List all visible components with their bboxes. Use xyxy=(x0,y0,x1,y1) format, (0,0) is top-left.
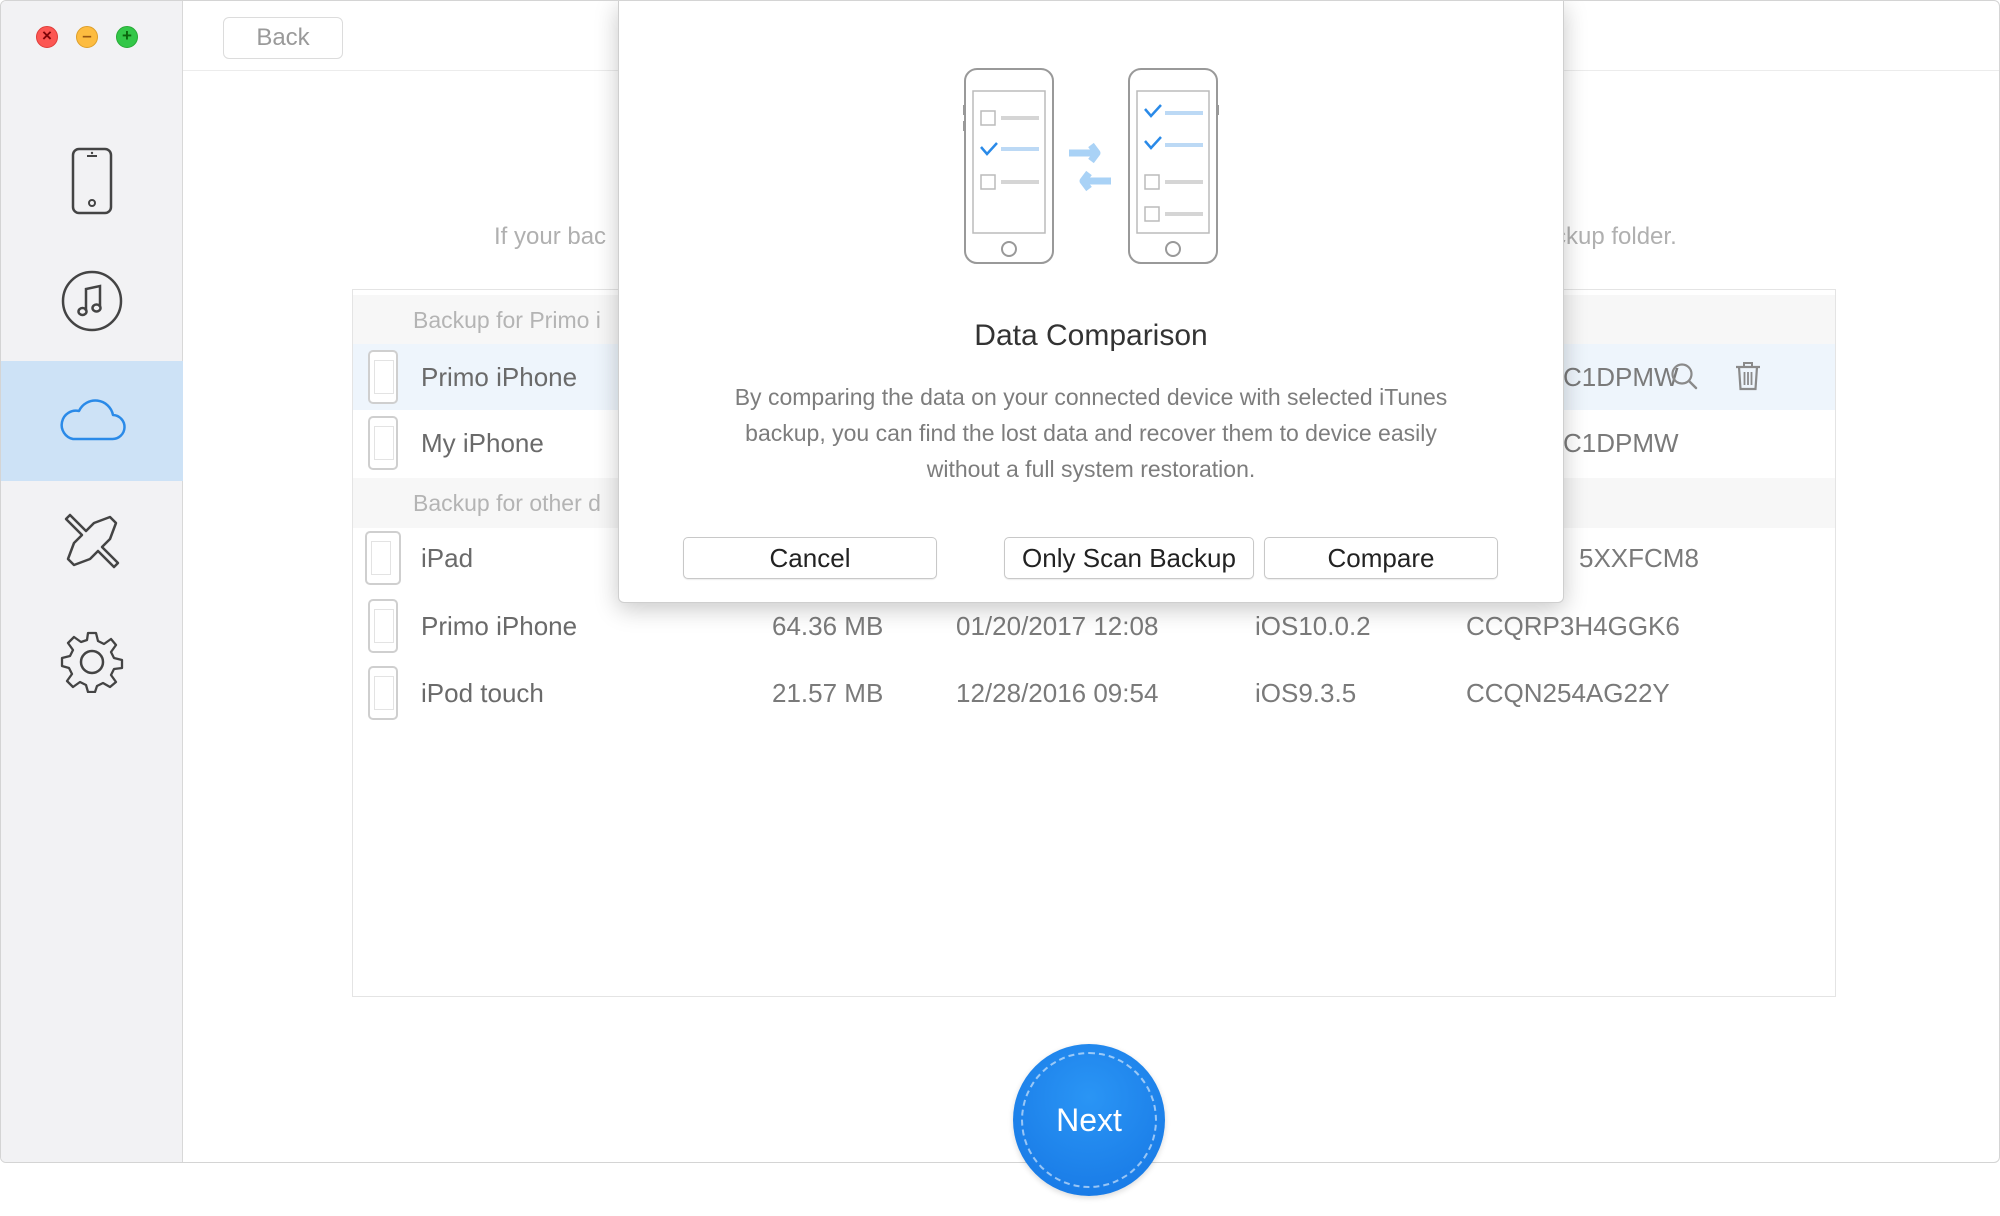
cancel-button[interactable]: Cancel xyxy=(683,537,937,579)
sidebar-item-settings[interactable] xyxy=(1,601,183,721)
only-scan-backup-button[interactable]: Only Scan Backup xyxy=(1004,537,1254,579)
backup-ios: iOS9.3.5 xyxy=(1255,678,1357,708)
hint-text-right: ckup folder. xyxy=(1554,223,1677,250)
data-comparison-dialog: Data Comparison By comparing the data on… xyxy=(618,1,1564,603)
backup-serial: 5XXFCM8 xyxy=(1579,543,1699,573)
minimize-window-button[interactable]: – xyxy=(76,26,98,48)
gear-icon xyxy=(60,631,124,693)
next-button-label: Next xyxy=(1056,1102,1122,1138)
next-button[interactable]: Next xyxy=(1013,1044,1165,1196)
backup-size: 21.57 MB xyxy=(772,678,884,708)
backup-name: Primo iPhone xyxy=(421,362,578,392)
dialog-title: Data Comparison xyxy=(974,319,1208,352)
backup-name: Primo iPhone xyxy=(421,611,578,641)
cloud-icon xyxy=(60,399,126,441)
iphone-icon xyxy=(368,350,398,404)
backup-name: My iPhone xyxy=(421,428,544,458)
ipad-icon xyxy=(365,531,401,585)
tools-icon xyxy=(64,513,120,569)
trash-icon[interactable] xyxy=(1734,361,1762,391)
sidebar: × – + xyxy=(1,1,183,1162)
phone-icon xyxy=(71,147,113,215)
sidebar-item-itunes[interactable] xyxy=(1,241,183,361)
phone-compare-icon xyxy=(963,68,1219,264)
backup-date: 12/28/2016 09:54 xyxy=(956,678,1159,708)
backup-serial: C1DPMW xyxy=(1563,428,1679,458)
sidebar-item-device[interactable] xyxy=(1,121,183,241)
compare-button[interactable]: Compare xyxy=(1264,537,1498,579)
sidebar-item-tools[interactable] xyxy=(1,481,183,601)
search-icon[interactable] xyxy=(1669,361,1699,391)
app-window: × – + Back If your bac ckup folder. Back… xyxy=(0,0,2000,1163)
backup-name: iPad xyxy=(421,543,474,573)
hint-text-left: If your bac xyxy=(494,223,607,250)
ipod-icon xyxy=(368,666,398,720)
sidebar-item-icloud[interactable] xyxy=(1,361,183,481)
table-row[interactable]: iPod touch 21.57 MB 12/28/2016 09:54 iOS… xyxy=(353,660,1835,726)
iphone-icon xyxy=(368,599,398,653)
close-window-button[interactable]: × xyxy=(36,26,58,48)
iphone-icon xyxy=(368,416,398,470)
backup-serial: CCQN254AG22Y xyxy=(1466,678,1670,708)
backup-name: iPod touch xyxy=(421,678,544,708)
maximize-icon: + xyxy=(122,26,132,45)
maximize-window-button[interactable]: + xyxy=(116,26,138,48)
close-icon: × xyxy=(42,26,52,45)
dialog-message: By comparing the data on your connected … xyxy=(734,384,1448,482)
minimize-icon: – xyxy=(82,26,92,45)
backup-serial: C1DPMW xyxy=(1563,362,1679,392)
music-icon xyxy=(61,270,123,332)
back-button[interactable]: Back xyxy=(223,17,343,59)
